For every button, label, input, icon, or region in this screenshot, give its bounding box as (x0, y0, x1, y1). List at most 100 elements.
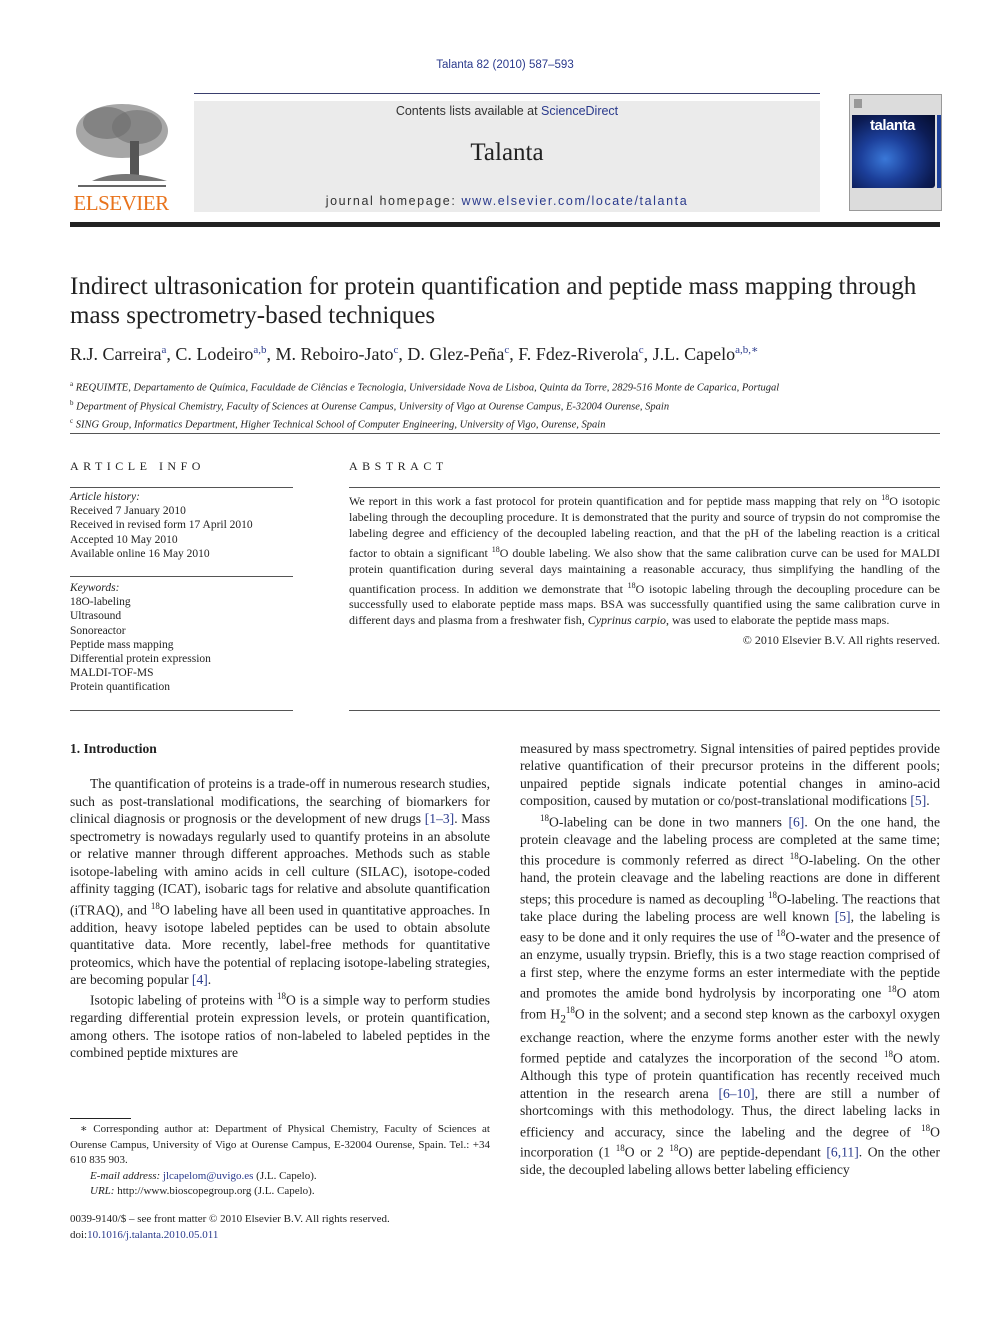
author-affiliation-mark[interactable]: a,b (253, 344, 266, 356)
article-history: Article history: Received 7 January 2010… (70, 490, 293, 561)
url-line: URL: http://www.bioscopegroup.org (J.L. … (70, 1184, 490, 1200)
author-affiliation-mark[interactable]: a,b,∗ (735, 344, 758, 356)
citation-link[interactable]: [1–3] (425, 811, 454, 826)
isotope-sup: 18 (789, 851, 799, 862)
text: , was used to elaborate the peptide mass… (666, 613, 890, 628)
abstract-body: We report in this work a fast protocol f… (349, 490, 940, 649)
text: . (207, 971, 212, 987)
author-affiliation-mark[interactable]: a (161, 344, 166, 356)
isotope-sup: 18 (540, 812, 549, 823)
isotope-sup: 18 (565, 1005, 575, 1015)
homepage-prefix: journal homepage: (325, 194, 462, 208)
text: measured by mass spectrometry. Signal in… (520, 741, 940, 809)
divider (349, 710, 940, 711)
affiliation-mark: c (70, 417, 74, 425)
history-item: Received 7 January 2010 (70, 505, 186, 518)
keyword: Peptide mass mapping (70, 638, 174, 651)
header-thick-rule (70, 222, 940, 227)
journal-citation[interactable]: Talanta 82 (2010) 587–593 (0, 59, 992, 71)
text: O) are peptide-dependant (678, 1145, 827, 1161)
journal-cover-thumbnail[interactable]: talanta (849, 94, 942, 211)
url-label: URL: (90, 1185, 115, 1197)
author-list: R.J. Carreiraa, C. Lodeiroa,b, M. Reboir… (70, 344, 759, 364)
history-label: Article history: (70, 491, 140, 503)
text: O or 2 (624, 1145, 670, 1161)
isotope-sup: 18 (669, 1143, 679, 1154)
author[interactable]: D. Glez-Peña (407, 344, 504, 364)
isotope-sup: 18 (883, 1049, 893, 1060)
cover-publisher-icon (854, 99, 862, 108)
isotope-sup: 18 (491, 544, 500, 554)
footnote-rule (70, 1118, 131, 1119)
abstract-text: We report in this work a fast protocol f… (349, 490, 940, 629)
text: O in the solvent; and a second step know… (520, 1006, 940, 1066)
text: We report in this work a fast protocol f… (349, 494, 882, 508)
affiliation: c SING Group, Informatics Department, Hi… (70, 414, 940, 433)
keyword: Protein quantification (70, 681, 170, 694)
author-affiliation-mark[interactable]: c (639, 344, 644, 356)
author[interactable]: C. Lodeiro (175, 344, 253, 364)
article-title: Indirect ultrasonication for protein qua… (70, 273, 917, 329)
citation-link[interactable]: [5] (910, 793, 926, 808)
paragraph: The quantification of proteins is a trad… (70, 775, 490, 988)
text: Corresponding author at: Department of P… (70, 1123, 490, 1166)
journal-header-box: Contents lists available at ScienceDirec… (194, 101, 820, 212)
keywords-label: Keywords: (70, 582, 120, 594)
keyword: Differential protein expression (70, 653, 211, 666)
body-column-right: measured by mass spectrometry. Signal in… (520, 740, 940, 1179)
doi-link[interactable]: 10.1016/j.talanta.2010.05.011 (87, 1229, 218, 1241)
affiliation-mark: a (70, 380, 74, 388)
isotope-sup: 18 (921, 1122, 931, 1133)
citation-link[interactable]: [6–10] (718, 1086, 754, 1101)
article-info-heading: ARTICLE INFO (70, 459, 205, 473)
contents-line: Contents lists available at ScienceDirec… (194, 104, 820, 118)
citation-link[interactable]: [6,11] (826, 1145, 858, 1160)
affiliation: b Department of Physical Chemistry, Facu… (70, 396, 940, 415)
isotope-sup: 18 (627, 580, 636, 590)
author-affiliation-mark[interactable]: c (504, 344, 509, 356)
text: (J.L. Capelo). (253, 1169, 317, 1182)
author[interactable]: R.J. Carreira (70, 344, 161, 364)
divider (70, 433, 940, 434)
abstract-copyright: © 2010 Elsevier B.V. All rights reserved… (742, 633, 940, 648)
email-link[interactable]: jlcapelom@uvigo.es (163, 1170, 253, 1182)
keywords: Keywords: 18O-labeling Ultrasound Sonore… (70, 581, 293, 695)
text: . (926, 793, 930, 809)
corresponding-author-note: ∗ Corresponding author at: Department of… (70, 1122, 490, 1169)
homepage-line: journal homepage: www.elsevier.com/locat… (194, 194, 820, 208)
sciencedirect-link[interactable]: ScienceDirect (541, 104, 618, 118)
elsevier-tree-icon (76, 104, 168, 187)
doi-label: doi: (70, 1228, 88, 1241)
divider (70, 487, 293, 488)
author[interactable]: F. Fdez-Riverola (518, 344, 639, 364)
abstract-heading: ABSTRACT (349, 459, 448, 473)
citation-link[interactable]: [6] (788, 814, 804, 829)
elsevier-wordmark: ELSEVIER (73, 191, 169, 215)
affiliation-text: SING Group, Informatics Department, High… (75, 419, 606, 431)
author[interactable]: M. Reboiro-Jato (276, 344, 394, 364)
isotope-sup: 18 (615, 1143, 625, 1154)
journal-name: Talanta (470, 139, 544, 166)
divider (70, 576, 293, 577)
keyword: 18O-labeling (70, 596, 131, 609)
keyword: MALDI-TOF-MS (70, 667, 154, 680)
contents-prefix: Contents lists available at (395, 104, 542, 118)
divider (70, 710, 293, 711)
homepage-link[interactable]: www.elsevier.com/locate/talanta (462, 194, 689, 208)
history-item: Available online 16 May 2010 (70, 547, 210, 560)
affiliation: a REQUIMTE, Departamento de Química, Fac… (70, 377, 940, 396)
history-item: Accepted 10 May 2010 (70, 533, 178, 546)
header-rule (194, 93, 820, 94)
citation-link[interactable]: [4] (192, 972, 208, 987)
isotope-sup: 18 (150, 900, 160, 911)
author-affiliation-mark[interactable]: c (393, 344, 398, 356)
subscript: 2 (560, 1013, 566, 1026)
citation-link[interactable]: [5] (835, 909, 851, 924)
affiliation-text: Department of Physical Chemistry, Facult… (76, 401, 670, 412)
isotope-sup: 18 (887, 984, 897, 995)
footnote: ∗ Corresponding author at: Department of… (70, 1122, 490, 1200)
author[interactable]: J.L. Capelo (653, 344, 736, 364)
text: Isotopic labeling of proteins with (90, 992, 277, 1008)
elsevier-logo[interactable]: ELSEVIER (70, 101, 172, 215)
isotope-sup: 18 (767, 889, 777, 900)
